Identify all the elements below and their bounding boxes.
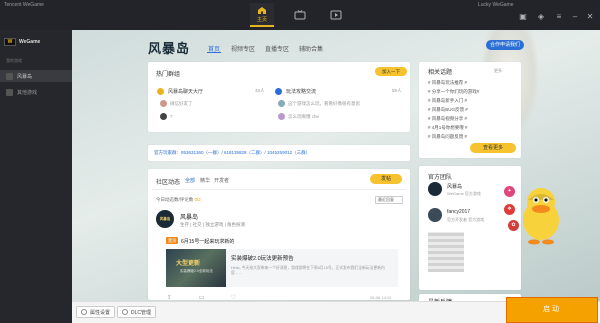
today-stats: 今日动态数/评论数 0/2 <box>156 197 201 203</box>
tab-live[interactable]: 直播专区 <box>265 44 289 53</box>
app-title: Tencent WeGame <box>4 2 44 8</box>
gear-icon <box>81 309 87 315</box>
dlc-button[interactable]: DLC管理 <box>117 306 157 318</box>
team-member-role: WeGame 官方游戏 <box>447 191 481 196</box>
topic-item[interactable]: # 风暴岛新手入门 # <box>428 98 467 104</box>
post-title[interactable]: 6月15号一起来玩求新的 <box>181 238 234 245</box>
post-button[interactable]: 发帖 <box>370 174 402 184</box>
tab-videos[interactable]: 视频专区 <box>231 44 255 53</box>
activity-icon[interactable]: ✿ <box>508 220 519 231</box>
nav-video-button[interactable] <box>324 3 348 27</box>
sort-select-value: 最近回复 <box>378 197 394 202</box>
nav-home-button[interactable]: 主页 <box>250 3 274 27</box>
skin-icon[interactable]: ◈ <box>536 12 546 22</box>
feed-tab-all[interactable]: 全部 <box>185 177 195 184</box>
group-avatar-icon <box>275 88 282 95</box>
team-member-name[interactable]: 风暴岛 <box>447 183 462 190</box>
divider <box>152 189 406 190</box>
user-name[interactable]: Lucky WeGame <box>478 2 513 8</box>
tv-icon <box>294 10 306 20</box>
game-icon <box>6 88 13 96</box>
group-name[interactable]: 玩法攻略交流 <box>286 88 316 95</box>
game-icon[interactable]: ✦ <box>504 186 515 197</box>
duck-mascot-image[interactable] <box>508 180 570 246</box>
settings-button[interactable]: 属性设置 <box>76 306 116 318</box>
post-thumbnail <box>166 249 226 287</box>
community-logo: 风暴岛 <box>148 42 191 57</box>
join-group-button[interactable]: 加入一下 <box>375 67 407 76</box>
user-avatar-icon <box>278 100 285 107</box>
user-avatar-icon <box>278 113 285 120</box>
launch-button[interactable]: 启动 <box>506 297 598 323</box>
user-avatar-icon <box>160 113 167 120</box>
today-stats-count: 0/2 <box>194 197 201 202</box>
pinned-badge: 置顶 <box>166 237 178 244</box>
hot-groups-card <box>148 62 410 132</box>
dlc-button-label: DLC管理 <box>131 309 152 316</box>
team-member-name[interactable]: fancy2017 <box>447 209 470 215</box>
team-member-role: 官方开发者 官方游戏 <box>447 217 485 222</box>
topics-more-link[interactable]: 更多 <box>494 68 502 74</box>
topics-more-button[interactable]: 查看更多 <box>470 143 516 153</box>
sidebar-item-label: 风暴岛 <box>17 73 33 80</box>
sidebar-item-game-2[interactable]: 其他游戏 <box>0 86 72 98</box>
post-author-tags: 生存 | 社交 | 独立游戏 | 角色扮演 <box>180 222 246 227</box>
group-last-message: 怎么玩啊哦 zhe <box>288 114 320 119</box>
tab-active-underline <box>207 52 221 53</box>
topic-item[interactable]: # 风暴岛BUG反馈 # <box>428 107 468 113</box>
topic-item[interactable]: # 风暴岛问题反馈 # <box>428 134 467 140</box>
post-preview-excerpt: Hello, 今天给大家带来一个好消息，游戏即将在下周6月15号，正式发布我们全… <box>231 266 385 275</box>
topic-item[interactable]: # 4月1号你想要哦 # <box>428 125 468 131</box>
team-member-avatar[interactable] <box>428 182 442 196</box>
sidebar-section-label: 我的游戏 <box>6 58 22 63</box>
menu-icon[interactable]: ≡ <box>554 12 564 22</box>
group-count: 33人 <box>255 88 265 93</box>
group-last-message: 这个游戏怎么玩，看看好像很有意思 <box>288 101 360 106</box>
team-title: 官方团队 <box>428 175 453 181</box>
sidebar-logo-text: WeGame <box>19 39 41 45</box>
post-preview-headline: 实装爆破2.0玩法更新预告 <box>231 256 294 262</box>
close-icon[interactable]: ✕ <box>585 12 595 22</box>
home-icon <box>258 6 266 14</box>
sort-select[interactable]: 最近回复 <box>375 196 403 204</box>
hot-groups-title: 热门群组 <box>156 72 181 78</box>
post-thumbnail-subtitle: 实装爆破2.0全新玩法 <box>180 269 213 273</box>
topic-item[interactable]: # 分享一个你们玩的游戏# <box>428 89 479 95</box>
gift-icon[interactable]: ▣ <box>518 12 528 22</box>
sidebar-item-game-1[interactable]: 风暴岛 <box>0 70 72 82</box>
today-stats-label: 今日动态数/评论数 <box>156 197 194 202</box>
play-icon <box>330 10 342 20</box>
post-time: 06-08 14:10 <box>370 295 392 300</box>
blurred-qr-image <box>428 232 464 272</box>
post-author-name[interactable]: 风暴岛 <box>180 212 198 221</box>
group-last-message: ? <box>170 114 173 119</box>
team-member-avatar[interactable] <box>428 208 442 222</box>
group-last-message: 微信好友了 <box>170 101 193 106</box>
topic-item[interactable]: # 风暴岛视频分享 # <box>428 116 467 122</box>
group-count: 59人 <box>392 88 402 93</box>
notice-text[interactable]: 官方玩家群：853631360（一群）/ 618135828（二群）/ 1045… <box>154 150 310 156</box>
tab-tools[interactable]: 辅助合集 <box>299 44 323 53</box>
group-name[interactable]: 风暴岛聊天大厅 <box>168 88 203 95</box>
topic-item[interactable]: # 风暴岛玩法推荐 # <box>428 80 467 86</box>
user-avatar-icon <box>160 100 167 107</box>
post-author-avatar[interactable]: 风暴岛 <box>156 210 174 228</box>
dlc-icon <box>122 309 128 315</box>
game-icon <box>6 72 13 80</box>
sidebar-item-label: 其他游戏 <box>17 89 38 96</box>
feed-tab-featured[interactable]: 精华 <box>200 177 210 184</box>
apply-button[interactable]: 合作申请我们 <box>486 40 524 50</box>
nav-store-button[interactable] <box>288 3 312 27</box>
minimize-icon[interactable]: – <box>570 12 580 22</box>
post-thumbnail-title: 大型更新 <box>176 261 201 267</box>
gift-icon[interactable]: ❖ <box>504 204 515 215</box>
nav-home-label: 主页 <box>256 16 267 23</box>
sidebar-logo: W WeGame <box>4 36 68 48</box>
group-avatar-icon <box>157 88 164 95</box>
feed-title: 社区动态 <box>156 180 181 186</box>
feed-tab-developer[interactable]: 开发者 <box>214 177 229 184</box>
settings-button-label: 属性设置 <box>90 309 111 316</box>
topics-title: 相关话题 <box>428 70 453 76</box>
wegame-logo-icon: W <box>4 38 16 46</box>
